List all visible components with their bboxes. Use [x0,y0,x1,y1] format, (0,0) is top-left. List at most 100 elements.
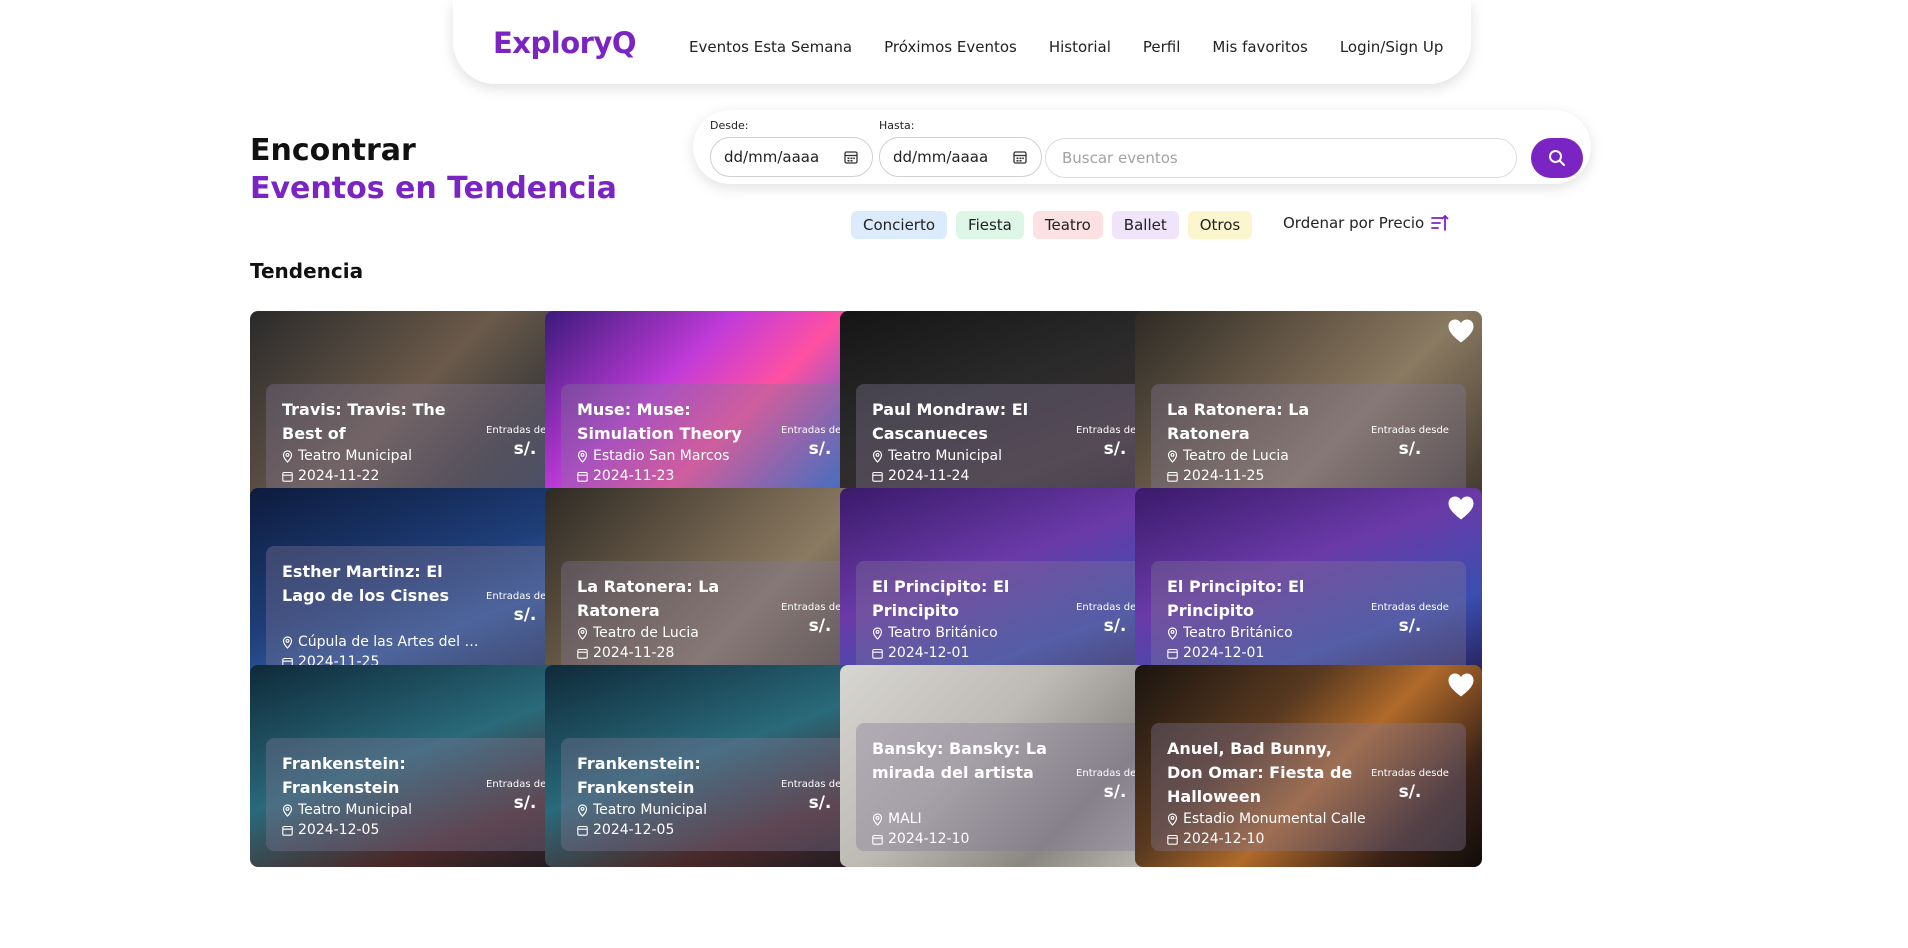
event-card[interactable]: La Ratonera: La Ratonera Teatro de Lucia 2… [1135,311,1482,513]
calendar-icon [1167,834,1178,845]
event-venue-text: Teatro Británico [888,625,998,641]
event-venue: Estadio San Marcos [577,448,777,464]
nav-link-historial[interactable]: Historial [1049,38,1111,56]
event-venue-text: MALI [888,811,922,827]
section-title: Tendencia [250,259,364,283]
logo[interactable]: ExploryQ [493,26,637,60]
event-date-text: 2024-12-01 [888,645,970,661]
sort-label: Ordenar por Precio [1283,214,1425,232]
event-date: 2024-11-23 [577,468,777,484]
event-venue: Teatro de Lucia [1167,448,1367,464]
calendar-icon[interactable] [1013,150,1027,164]
event-date-text: 2024-11-24 [888,468,970,484]
search-input[interactable] [1045,138,1517,178]
event-title: El Principito: El Principito [872,577,1010,620]
calendar-icon [872,648,883,659]
event-card[interactable]: Anuel, Bad Bunny, Don Omar: Fiesta de Ha… [1135,665,1482,867]
event-info-panel: Paul Mondraw: El Cascanueces Teatro Munic… [856,384,1171,497]
price-value: s/. [1398,439,1422,459]
from-date-input[interactable]: dd/mm/aaaa [710,137,873,177]
to-date-input[interactable]: dd/mm/aaaa [879,137,1042,177]
nav-link-favoritos[interactable]: Mis favoritos [1212,38,1307,56]
nav-link-login[interactable]: Login/Sign Up [1340,38,1444,56]
event-card[interactable]: El Principito: El Principito Teatro Britá… [1135,488,1482,690]
event-date: 2024-12-01 [1167,645,1367,661]
location-pin-icon [872,812,883,826]
nav-link-perfil[interactable]: Perfil [1143,38,1181,56]
event-venue: Teatro Británico [872,625,1072,641]
location-pin-icon [872,449,883,463]
filter-chip-ballet[interactable]: Ballet [1111,211,1179,239]
to-date-label: Hasta: [879,119,915,132]
sort-by-price-button[interactable]: Ordenar por Precio [1283,214,1449,232]
hero-line-2: Eventos en Tendencia [250,171,617,206]
nav-link-eventos-semana[interactable]: Eventos Esta Semana [689,38,852,56]
event-date: 2024-12-01 [872,645,1072,661]
calendar-icon [872,471,883,482]
calendar-icon [1167,471,1178,482]
event-venue-text: Teatro de Lucia [1183,448,1289,464]
price-box: Entradas desde s/. [1362,601,1458,636]
event-title: Bansky: Bansky: La mirada del artista [872,739,1047,782]
event-date-text: 2024-12-05 [593,822,675,838]
location-pin-icon [577,449,588,463]
calendar-icon [577,825,588,836]
event-venue-text: Teatro Municipal [888,448,1002,464]
nav-link-proximos-eventos[interactable]: Próximos Eventos [884,38,1017,56]
search-icon [1549,150,1565,166]
event-title: Travis: Travis: The Best of [282,400,446,443]
event-title: El Principito: El Principito [1167,577,1305,620]
calendar-icon[interactable] [844,150,858,164]
price-value: s/. [1398,782,1422,802]
event-date-text: 2024-12-10 [1183,831,1265,847]
category-filters: Concierto Fiesta Teatro Ballet Otros [851,211,1261,239]
price-label: Entradas desde [1371,602,1449,613]
event-date: 2024-11-25 [1167,468,1367,484]
event-info-panel: Muse: Muse: Simulation Theory Estadio San… [561,384,876,497]
location-pin-icon [1167,626,1178,640]
price-box: Entradas desde s/. [1362,767,1458,802]
event-title: Esther Martinz: El Lago de los Cisnes [282,562,449,605]
from-date-value: dd/mm/aaaa [724,148,820,166]
event-info-panel: Anuel, Bad Bunny, Don Omar: Fiesta de Ha… [1151,723,1466,851]
event-venue-text: Teatro Británico [1183,625,1293,641]
location-pin-icon [577,626,588,640]
calendar-icon [282,471,293,482]
event-info-panel: Frankenstein: Frankenstein Teatro Municip… [266,738,581,851]
filter-chip-otros[interactable]: Otros [1187,211,1253,239]
calendar-icon [872,834,883,845]
event-venue-text: Teatro Municipal [298,802,412,818]
favorite-heart-icon[interactable] [1447,672,1475,698]
calendar-icon [577,471,588,482]
event-info-panel: Travis: Travis: The Best of Teatro Munici… [266,384,581,497]
price-value: s/. [1398,616,1422,636]
event-date: 2024-11-24 [872,468,1072,484]
event-title: La Ratonera: La Ratonera [577,577,720,620]
location-pin-icon [282,803,293,817]
calendar-icon [282,825,293,836]
filter-chip-concierto[interactable]: Concierto [851,211,948,239]
favorite-heart-icon[interactable] [1447,495,1475,521]
event-venue: Teatro de Lucia [577,625,777,641]
event-date-text: 2024-11-28 [593,645,675,661]
event-venue: MALI [872,811,1072,827]
event-venue: Teatro Municipal [872,448,1072,464]
event-venue: Teatro Municipal [282,448,482,464]
event-title: Muse: Muse: Simulation Theory [577,400,742,443]
location-pin-icon [1167,812,1178,826]
top-navbar: ExploryQ Eventos Esta Semana Próximos Ev… [453,0,1471,84]
location-pin-icon [282,449,293,463]
filter-chip-teatro[interactable]: Teatro [1032,211,1103,239]
price-box: Entradas desde s/. [1362,424,1458,459]
search-button[interactable] [1531,138,1583,178]
calendar-icon [577,648,588,659]
event-date-text: 2024-12-01 [1183,645,1265,661]
event-venue: Teatro Británico [1167,625,1367,641]
to-date-value: dd/mm/aaaa [893,148,989,166]
event-info-panel: Frankenstein: Frankenstein Teatro Municip… [561,738,876,851]
filter-chip-fiesta[interactable]: Fiesta [956,211,1024,239]
favorite-heart-icon[interactable] [1447,318,1475,344]
event-date: 2024-12-10 [872,831,1072,847]
event-date-text: 2024-12-10 [888,831,970,847]
event-title: Paul Mondraw: El Cascanueces [872,400,1029,443]
